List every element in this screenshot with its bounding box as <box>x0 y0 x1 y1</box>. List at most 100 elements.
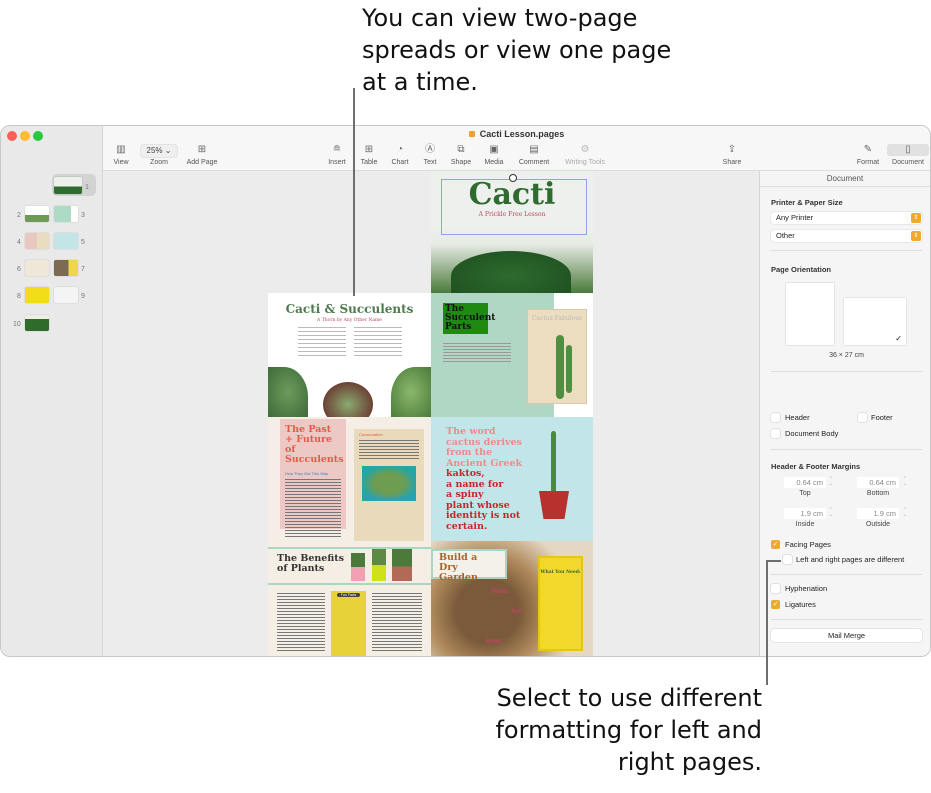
portrait-orientation-button[interactable] <box>786 283 834 345</box>
body-text <box>443 343 511 363</box>
cactus-diagram-card: Cactus Fabulous <box>527 309 587 404</box>
callout-left-right-pages: Select to use different formatting for l… <box>495 684 762 776</box>
view-button[interactable]: ▥ View <box>101 144 141 166</box>
add-page-button[interactable]: ⊞ Add Page <box>182 144 222 166</box>
body-text <box>277 593 325 653</box>
media-button[interactable]: ▣ Media <box>474 144 514 166</box>
paintbrush-icon: ✎ <box>863 144 873 155</box>
hyphenation-checkbox[interactable] <box>771 584 780 593</box>
thumbnail-page-8[interactable] <box>25 287 49 303</box>
printer-value: Any Printer <box>776 213 814 222</box>
inside-margin-field[interactable]: 1.9 cm <box>784 508 826 519</box>
chevron-down-icon: ⌄ <box>164 146 172 155</box>
page-3[interactable]: The Succulent Parts Cactus Fabulous <box>431 293 593 417</box>
pot-illustration <box>539 491 569 519</box>
document-canvas[interactable]: Cacti A Prickle Free Lesson Cacti & Succ… <box>103 171 759 656</box>
inside-margin-stepper[interactable]: ⌃ ⌄ <box>828 508 834 519</box>
what-you-need-card: What You Need: <box>538 556 583 651</box>
share-button[interactable]: ⇪ Share <box>712 144 752 166</box>
document-body-label: Document Body <box>785 429 839 438</box>
thumbnail-number: 5 <box>81 239 85 246</box>
thumbnail-number: 8 <box>17 293 21 300</box>
page-title: The Succulent Parts <box>443 303 496 334</box>
chart-label: Chart <box>391 159 409 166</box>
footer-checkbox[interactable] <box>858 413 867 422</box>
page-2[interactable]: Cacti & Succulents A Thorn by Any Other … <box>268 293 431 417</box>
page-6[interactable]: The Benefits of Plants Fun Facts <box>268 541 431 656</box>
body-text <box>372 593 422 653</box>
card-title: Fun Facts <box>337 593 360 597</box>
shape-label: Shape <box>450 159 472 166</box>
pot-image <box>392 549 412 581</box>
zoom-window-button[interactable] <box>33 131 43 141</box>
top-margin-field[interactable]: 0.64 cm <box>784 477 826 488</box>
document-button[interactable]: ▯ Document <box>887 144 929 166</box>
format-label: Format <box>856 159 880 166</box>
bottom-margin-label: Bottom <box>866 490 890 497</box>
facing-pages-label: Facing Pages <box>785 540 831 549</box>
outside-margin-field[interactable]: 1.9 cm <box>857 508 899 519</box>
facing-pages-checkbox[interactable]: ✓ <box>771 540 780 549</box>
top-margin-stepper[interactable]: ⌃ ⌄ <box>828 477 834 488</box>
page-1[interactable]: Cacti A Prickle Free Lesson <box>431 171 593 293</box>
divider <box>268 583 431 585</box>
page-4[interactable]: The Past + Future of Succulents How They… <box>268 417 431 541</box>
fun-facts-card: Fun Facts <box>331 591 366 656</box>
callout-leader-line <box>766 560 781 562</box>
close-window-button[interactable] <box>7 131 17 141</box>
bottom-margin-field[interactable]: 0.64 cm <box>857 477 899 488</box>
thumbnail-number: 7 <box>81 266 85 273</box>
thumbnail-page-9[interactable] <box>54 287 78 303</box>
page-7[interactable]: Build a Dry Garden What You Need: Plants… <box>431 541 593 656</box>
body-text <box>354 327 402 357</box>
divider <box>771 250 922 251</box>
page-title: Cacti & Succulents <box>285 302 414 316</box>
landscape-orientation-button[interactable]: ✓ <box>844 298 906 345</box>
thumbnail-page-4[interactable] <box>25 233 49 249</box>
thumbnail-page-5[interactable] <box>54 233 78 249</box>
thumbnail-page-10[interactable] <box>25 315 49 331</box>
quote-line: identity is not <box>446 510 521 521</box>
insert-label: Insert <box>328 159 346 166</box>
media-label: Media <box>484 159 504 166</box>
writing-tools-button[interactable]: ⚙ Writing Tools <box>561 144 609 166</box>
zoom-value[interactable]: 25% ⌄ <box>139 144 179 158</box>
callout-leader-line <box>353 88 355 296</box>
divider <box>771 574 922 575</box>
quote-line: The word <box>446 426 496 437</box>
thumbnail-page-3[interactable] <box>54 206 78 222</box>
paper-size-readout: 36 × 27 cm <box>829 352 864 359</box>
outside-margin-stepper[interactable]: ⌃ ⌄ <box>902 508 908 519</box>
zoom-menu[interactable]: 25% ⌄ Zoom <box>139 144 179 166</box>
comment-button[interactable]: ▤ Comment <box>514 144 554 166</box>
media-icon: ▣ <box>489 144 499 155</box>
margins-section-label: Header & Footer Margins <box>771 462 861 471</box>
bottom-margin-stepper[interactable]: ⌃ ⌄ <box>902 477 908 488</box>
pages-document-icon <box>468 131 475 137</box>
document-inspector: Document Printer & Paper Size Any Printe… <box>759 171 930 656</box>
ligatures-checkbox[interactable]: ✓ <box>771 600 780 609</box>
thumbnail-page-6[interactable] <box>25 260 49 276</box>
paper-size-popup[interactable]: Other ⇕ <box>771 230 922 242</box>
page-5[interactable]: The word cactus derives from the Ancient… <box>431 417 593 541</box>
thumbnail-page-7[interactable] <box>54 260 78 276</box>
left-right-different-checkbox[interactable] <box>783 555 792 564</box>
rotate-handle[interactable] <box>509 174 517 182</box>
zoom-value-text: 25% <box>146 146 163 155</box>
thumbnail-number: 10 <box>13 321 21 328</box>
inside-margin-label: Inside <box>795 521 815 528</box>
divider <box>771 449 922 450</box>
thumbnail-page-1[interactable] <box>54 177 82 194</box>
minimize-window-button[interactable] <box>20 131 30 141</box>
format-button[interactable]: ✎ Format <box>848 144 888 166</box>
hyphenation-label: Hyphenation <box>785 584 828 593</box>
printer-popup[interactable]: Any Printer ⇕ <box>771 212 922 224</box>
mail-merge-button[interactable]: Mail Merge <box>771 629 922 642</box>
thumbnail-page-2[interactable] <box>25 206 49 222</box>
quote-text: The word cactus derives from the Ancient… <box>446 426 522 532</box>
text-selection-box[interactable] <box>441 179 587 235</box>
document-body-checkbox[interactable] <box>771 429 780 438</box>
header-checkbox[interactable] <box>771 413 780 422</box>
toolbar: Cacti Lesson.pages ▥ View 25% ⌄ Zoom ⊞ Add … <box>103 126 930 171</box>
checkmark-icon: ✓ <box>772 601 779 608</box>
